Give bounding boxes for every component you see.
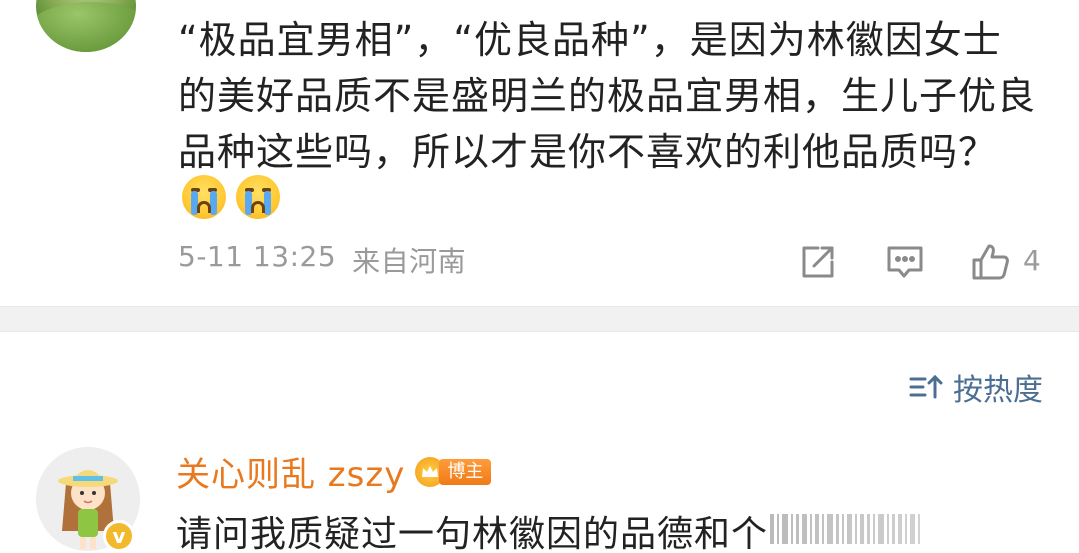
comment-body: “极品宜男相”，“优良品种”，是因为林徽因女士 的美好品质不是盛明兰的极品宜男相… — [178, 12, 1038, 180]
comment-icon[interactable] — [883, 240, 927, 284]
sort-icon — [909, 374, 943, 399]
sort-label: 按热度 — [953, 373, 1043, 408]
share-icon[interactable] — [796, 240, 840, 284]
comment-line: 品种这些吗，所以才是你不喜欢的利他品质吗？ — [178, 130, 998, 174]
comment-line: 的美好品质不是盛明兰的极品宜男相，生儿子优良 — [178, 74, 1037, 118]
comment-actions: 4 — [0, 240, 1079, 290]
username-link[interactable]: 关心则乱 zszy — [176, 447, 405, 496]
comment-line: “极品宜男相”，“优良品种”，是因为林徽因女士 — [178, 18, 1002, 62]
comment-card: “极品宜男相”，“优良品种”，是因为林徽因女士 的美好品质不是盛明兰的极品宜男相… — [0, 0, 1079, 305]
sort-by-hot-button[interactable]: 按热度 — [909, 365, 1043, 409]
blogger-badge: 博主 — [415, 456, 492, 488]
watermark-barcode — [770, 510, 1070, 548]
verified-badge-icon: v — [103, 520, 135, 552]
comment-feed: “极品宜男相”，“优良品种”，是因为林徽因女士 的美好品质不是盛明兰的极品宜男相… — [0, 0, 1079, 553]
section-divider — [0, 306, 1079, 332]
comment-header: 关心则乱 zszy 博主 — [176, 447, 492, 496]
emoji-row — [182, 175, 280, 219]
blogger-badge-label: 博主 — [439, 458, 492, 485]
comment-body: 请问我质疑过一句林徽因的品德和个 — [176, 514, 769, 553]
avatar[interactable] — [36, 0, 136, 52]
crying-emoji-icon — [236, 175, 280, 219]
avatar-landscape — [36, 2, 136, 52]
thumbs-up-icon[interactable] — [968, 240, 1012, 284]
like-count: 4 — [1023, 244, 1041, 277]
crying-emoji-icon — [182, 175, 226, 219]
